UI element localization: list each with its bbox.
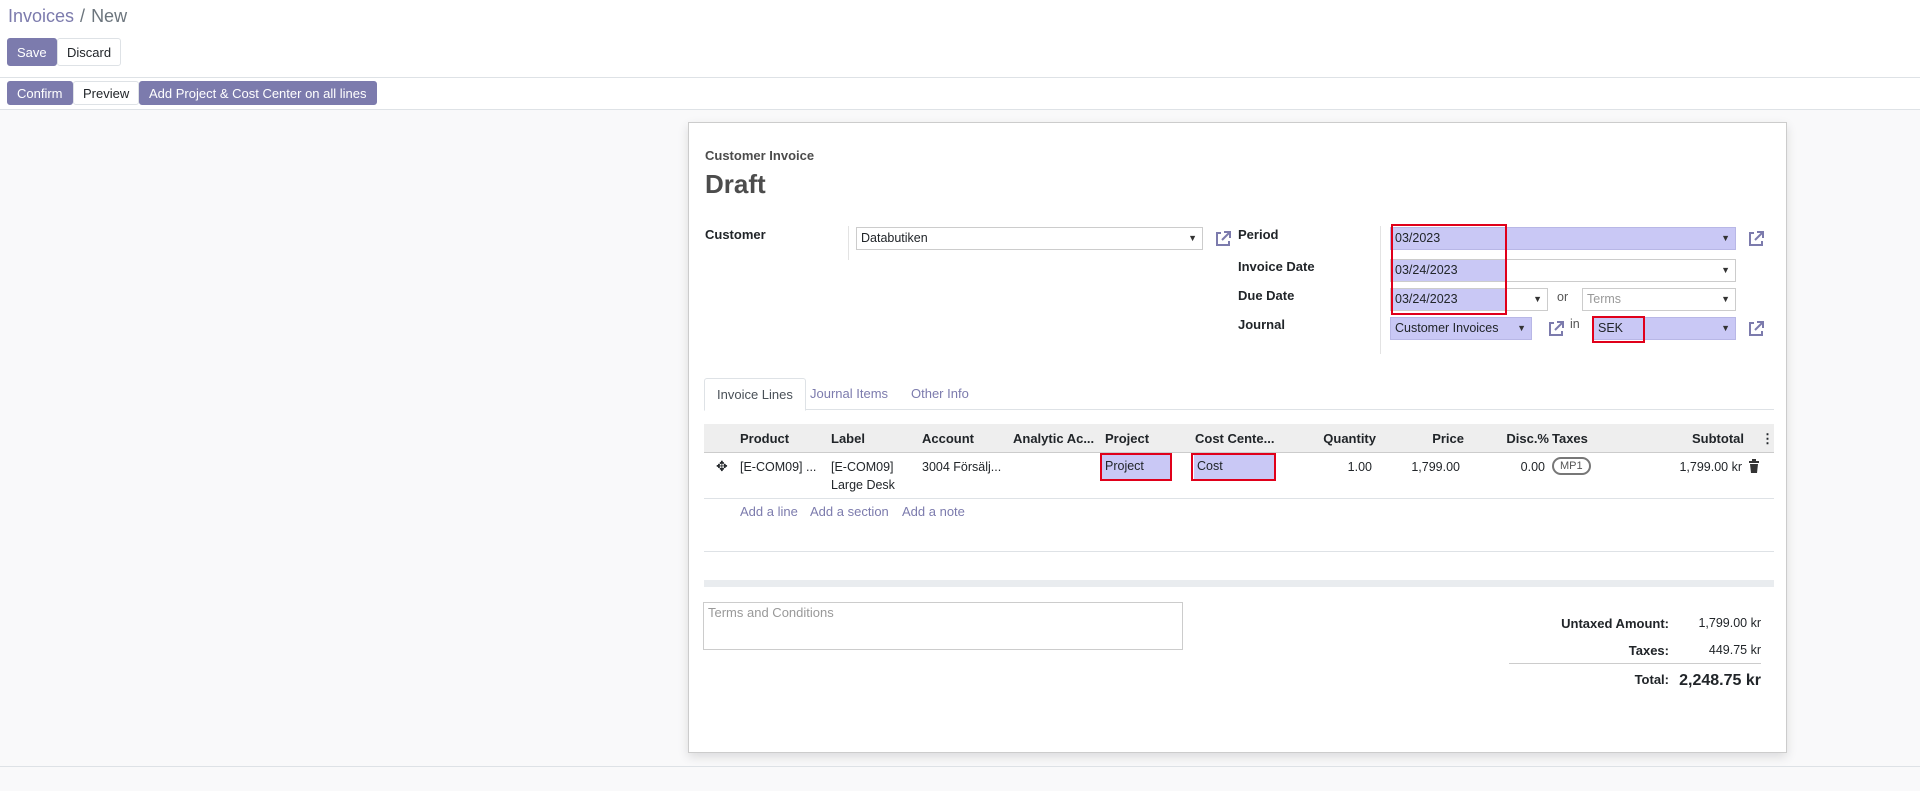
section-separator [704, 580, 1774, 587]
kebab-menu-icon[interactable]: ⋮ [1761, 424, 1771, 453]
terms-conditions-placeholder: Terms and Conditions [708, 605, 834, 620]
line-project[interactable]: Project [1102, 455, 1170, 479]
caret-down-icon: ▼ [1517, 323, 1526, 333]
invoice-lines-header: Product Label Account Analytic Ac... Pro… [704, 424, 1774, 453]
document-type: Customer Invoice [705, 148, 815, 163]
taxes-value: 449.75 kr [1708, 643, 1761, 657]
breadcrumb-invoices-link[interactable]: Invoices [8, 6, 74, 26]
currency-field[interactable]: SEK ▼ [1593, 317, 1736, 340]
line-label-line1[interactable]: [E-COM09] [831, 458, 894, 476]
caret-down-icon: ▼ [1721, 294, 1730, 304]
column-header-account[interactable]: Account [922, 424, 1002, 453]
column-header-quantity[interactable]: Quantity [1290, 424, 1376, 453]
line-cost-center[interactable]: Cost [1194, 455, 1274, 479]
add-note-link[interactable]: Add a note [902, 504, 965, 519]
invoice-status-title: Draft [705, 169, 766, 199]
save-button[interactable]: Save [7, 38, 57, 66]
column-header-product[interactable]: Product [740, 424, 818, 453]
payment-terms-placeholder: Terms [1587, 292, 1622, 306]
notebook-tabs: Invoice Lines Journal Items Other Info [704, 378, 1774, 411]
breadcrumb-separator: / [80, 6, 86, 26]
breadcrumb-current: New [91, 6, 128, 26]
total-value: 2,248.75 kr [1679, 672, 1761, 689]
column-header-label[interactable]: Label [831, 424, 911, 453]
column-header-project[interactable]: Project [1105, 424, 1185, 453]
period-field[interactable]: 03/2023 ▼ [1390, 227, 1736, 250]
due-date-field[interactable]: 03/24/2023 ▼ [1390, 288, 1548, 311]
external-link-icon[interactable] [1546, 319, 1566, 339]
due-date-label: Due Date [1238, 288, 1295, 303]
customer-value: Databutiken [861, 231, 928, 245]
caret-down-icon: ▼ [1188, 233, 1197, 243]
column-header-cost-center[interactable]: Cost Cente... [1195, 424, 1279, 453]
journal-value: Customer Invoices [1395, 321, 1499, 335]
taxes-label: Taxes: [1628, 643, 1669, 658]
total-label: Total: [1634, 672, 1669, 687]
discard-button[interactable]: Discard [57, 38, 122, 66]
tab-journal-items[interactable]: Journal Items [798, 378, 900, 411]
payment-terms-field[interactable]: Terms ▼ [1582, 288, 1736, 311]
terms-conditions-field[interactable]: Terms and Conditions [703, 602, 1183, 650]
confirm-button[interactable]: Confirm [7, 81, 73, 105]
table-divider [704, 551, 1774, 552]
add-line-link[interactable]: Add a line [740, 504, 798, 519]
line-price[interactable]: 1,799.00 [1388, 458, 1460, 476]
control-panel: Invoices / New Save Discard [0, 0, 1920, 78]
untaxed-amount-label: Untaxed Amount: [1561, 616, 1669, 631]
external-link-icon[interactable] [1746, 229, 1766, 249]
line-quantity[interactable]: 1.00 [1290, 458, 1372, 476]
currency-value: SEK [1598, 321, 1624, 335]
totals-divider [1509, 663, 1761, 664]
untaxed-amount-value: 1,799.00 kr [1698, 616, 1761, 630]
invoice-date-label: Invoice Date [1238, 259, 1315, 274]
customer-label: Customer [705, 227, 766, 242]
journal-label: Journal [1238, 317, 1285, 332]
invoice-date-field[interactable]: 03/24/2023 ▼ [1390, 259, 1736, 282]
chatter-footer [0, 766, 1920, 791]
tab-invoice-lines[interactable]: Invoice Lines [704, 378, 806, 411]
external-link-icon[interactable] [1213, 229, 1233, 249]
line-product[interactable]: [E-COM09] ... [740, 458, 824, 476]
journal-field[interactable]: Customer Invoices ▼ [1390, 317, 1532, 340]
tax-badge[interactable]: MP1 [1552, 457, 1591, 475]
add-section-link[interactable]: Add a section [810, 504, 889, 519]
line-discount[interactable]: 0.00 [1474, 458, 1545, 476]
trash-icon[interactable] [1748, 459, 1760, 473]
customer-field[interactable]: Databutiken ▼ [856, 227, 1203, 250]
in-text: in [1570, 317, 1580, 331]
line-subtotal: 1,799.00 kr [1679, 460, 1742, 474]
line-account[interactable]: 3004 Försälj... [922, 458, 1006, 476]
column-header-discount[interactable]: Disc.% [1474, 424, 1549, 453]
move-handle-icon[interactable]: ✥ [716, 457, 728, 475]
field-divider [848, 226, 849, 260]
or-text: or [1557, 290, 1569, 304]
line-label-line2[interactable]: Large Desk [831, 476, 895, 494]
caret-down-icon: ▼ [1721, 233, 1730, 243]
caret-down-icon: ▼ [1721, 323, 1730, 333]
period-label: Period [1238, 227, 1279, 242]
preview-button[interactable]: Preview [73, 81, 140, 105]
due-date-value: 03/24/2023 [1391, 289, 1507, 310]
caret-down-icon: ▼ [1721, 265, 1730, 275]
column-header-subtotal[interactable]: Subtotal [1634, 424, 1744, 453]
column-header-taxes[interactable]: Taxes [1552, 424, 1622, 453]
table-row[interactable]: ✥ [E-COM09] ... [E-COM09] Large Desk 300… [704, 453, 1774, 499]
breadcrumb: Invoices / New [8, 6, 127, 27]
invoice-date-value: 03/24/2023 [1391, 260, 1507, 281]
column-header-price[interactable]: Price [1388, 424, 1464, 453]
field-divider [1380, 226, 1381, 354]
period-value: 03/2023 [1395, 231, 1441, 245]
add-project-cost-center-button[interactable]: Add Project & Cost Center on all lines [139, 81, 377, 105]
external-link-icon[interactable] [1746, 319, 1766, 339]
invoice-form-sheet: Customer Invoice Draft Customer Databuti… [688, 122, 1787, 753]
status-bar: Confirm Preview Add Project & Cost Cente… [0, 78, 1920, 110]
tab-other-info[interactable]: Other Info [899, 378, 981, 411]
column-header-analytic[interactable]: Analytic Ac... [1013, 424, 1097, 453]
caret-down-icon: ▼ [1533, 294, 1542, 304]
